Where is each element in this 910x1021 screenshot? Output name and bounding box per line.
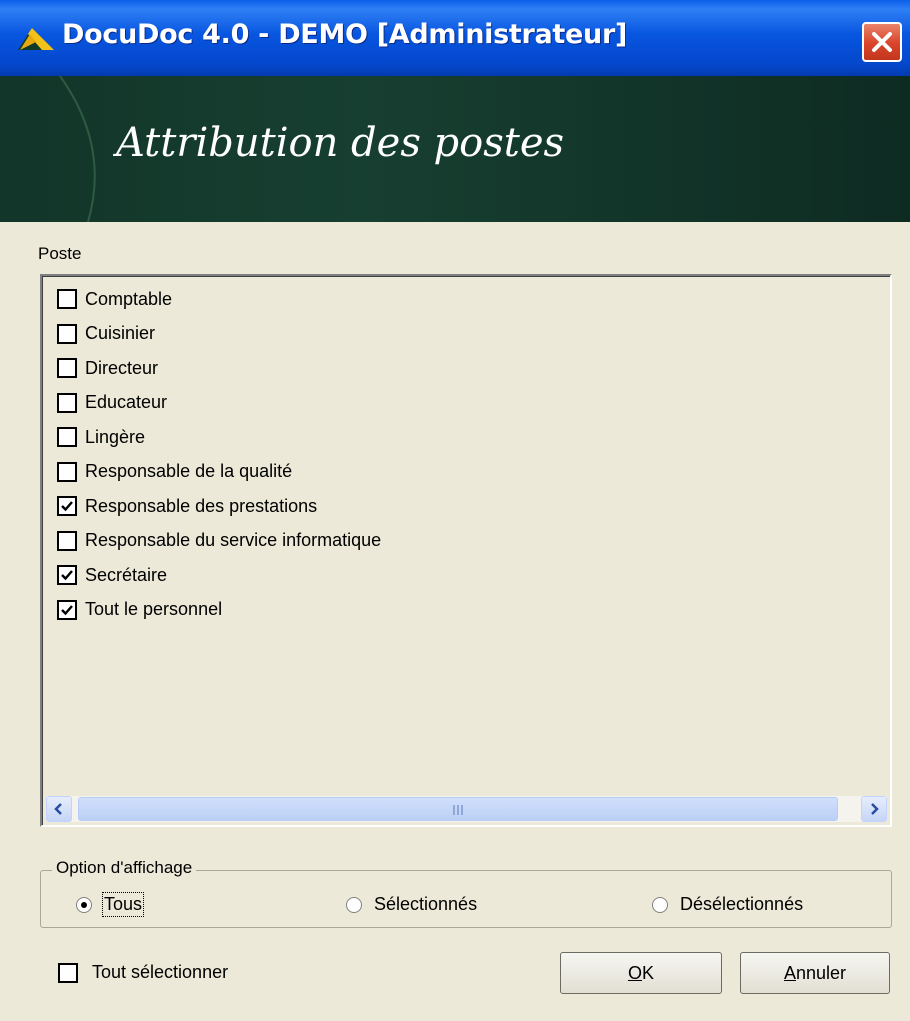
radio-button-deselectionnes[interactable]	[652, 896, 668, 913]
checkmark-icon	[61, 570, 73, 581]
radio-button-selectionnes[interactable]	[346, 896, 362, 913]
checkbox[interactable]	[57, 461, 77, 482]
checkbox[interactable]	[57, 565, 77, 585]
dialog-window: DocuDoc 4.0 - DEMO [Administrateur] Attr…	[0, 0, 910, 1021]
checklist-item[interactable]: Directeur	[57, 354, 158, 382]
poste-checklist[interactable]: Comptable Cuisinier Directeur Educateur Ling…	[40, 274, 892, 827]
scroll-right-button[interactable]	[861, 796, 887, 822]
checklist-item-label: Comptable	[85, 288, 173, 309]
checklist-item[interactable]: Comptable	[57, 285, 172, 313]
checklist-item[interactable]: Tout le personnel	[57, 596, 222, 624]
checkmark-icon	[61, 501, 73, 512]
checkbox[interactable]	[57, 599, 77, 620]
cancel-label: nnuler	[795, 962, 847, 983]
checkbox[interactable]	[57, 323, 77, 344]
checklist-item-label: Secrétaire	[85, 564, 168, 585]
ok-mnemonic: O	[627, 962, 642, 983]
radio-selectionnes[interactable]: Sélectionnés	[346, 894, 477, 915]
ok-button[interactable]: OK	[560, 952, 722, 994]
checklist-item[interactable]: Responsable des prestations	[57, 492, 317, 520]
title-bar[interactable]: DocuDoc 4.0 - DEMO [Administrateur]	[0, 0, 910, 76]
select-all-checkbox[interactable]: Tout sélectionner	[58, 962, 228, 983]
checklist-item-label: Tout le personnel	[85, 599, 223, 619]
close-button[interactable]	[862, 22, 902, 62]
docudoc-logo-icon	[18, 28, 54, 50]
header-banner: Attribution des postes	[0, 76, 910, 222]
checklist-item-label: Responsable des prestations	[85, 495, 318, 516]
chevron-right-icon	[871, 803, 879, 815]
checklist-item[interactable]: Educateur	[57, 389, 167, 417]
checklist-item-label: Educateur	[85, 392, 168, 412]
checkmark-icon	[61, 604, 73, 615]
chevron-left-icon	[54, 803, 62, 815]
radio-label-selectionnes: Sélectionnés	[374, 894, 478, 914]
thumb-grip	[453, 805, 465, 815]
checklist-item-label: Responsable de la qualité	[85, 461, 293, 481]
checklist-item[interactable]: Cuisinier	[57, 320, 155, 348]
poste-label: Poste	[38, 244, 82, 263]
scrollbar-thumb[interactable]	[78, 797, 838, 821]
checklist-item-label: Cuisinier	[85, 323, 156, 343]
checklist-item[interactable]: Responsable de la qualité	[57, 458, 292, 486]
window-title: DocuDoc 4.0 - DEMO [Administrateur]	[62, 19, 628, 50]
checklist-inner: Comptable Cuisinier Directeur Educateur Ling…	[42, 276, 890, 825]
display-option-legend: Option d'affichage	[52, 858, 197, 878]
checkbox[interactable]	[57, 427, 77, 447]
radio-label-deselectionnes: Désélectionnés	[680, 894, 804, 914]
radio-deselectionnes[interactable]: Désélectionnés	[652, 894, 803, 915]
radio-button-tous[interactable]	[76, 896, 92, 913]
checkbox[interactable]	[57, 289, 77, 309]
checkbox[interactable]	[57, 530, 77, 551]
select-all-label: Tout sélectionner	[92, 962, 229, 982]
radio-label-tous: Tous	[101, 892, 145, 917]
checklist-item-label: Lingère	[85, 426, 146, 447]
cancel-button[interactable]: Annuler	[740, 952, 890, 994]
checklist-item-label: Responsable du service informatique	[85, 530, 382, 550]
cancel-mnemonic: A	[783, 962, 796, 983]
checklist-item-label: Directeur	[85, 357, 159, 378]
checkbox[interactable]	[57, 358, 77, 378]
select-all-box[interactable]	[58, 962, 78, 983]
radio-tous[interactable]: Tous	[76, 892, 145, 917]
banner-title: Attribution des postes	[116, 120, 565, 166]
checkbox[interactable]	[57, 496, 77, 516]
close-icon	[872, 32, 892, 52]
checklist-item[interactable]: Responsable du service informatique	[57, 527, 381, 555]
checklist-item[interactable]: Secrétaire	[57, 561, 167, 589]
ok-label: K	[642, 962, 655, 983]
scroll-left-button[interactable]	[46, 796, 72, 822]
horizontal-scrollbar[interactable]	[46, 796, 887, 822]
checkbox[interactable]	[57, 392, 77, 413]
checklist-item[interactable]: Lingère	[57, 423, 145, 451]
